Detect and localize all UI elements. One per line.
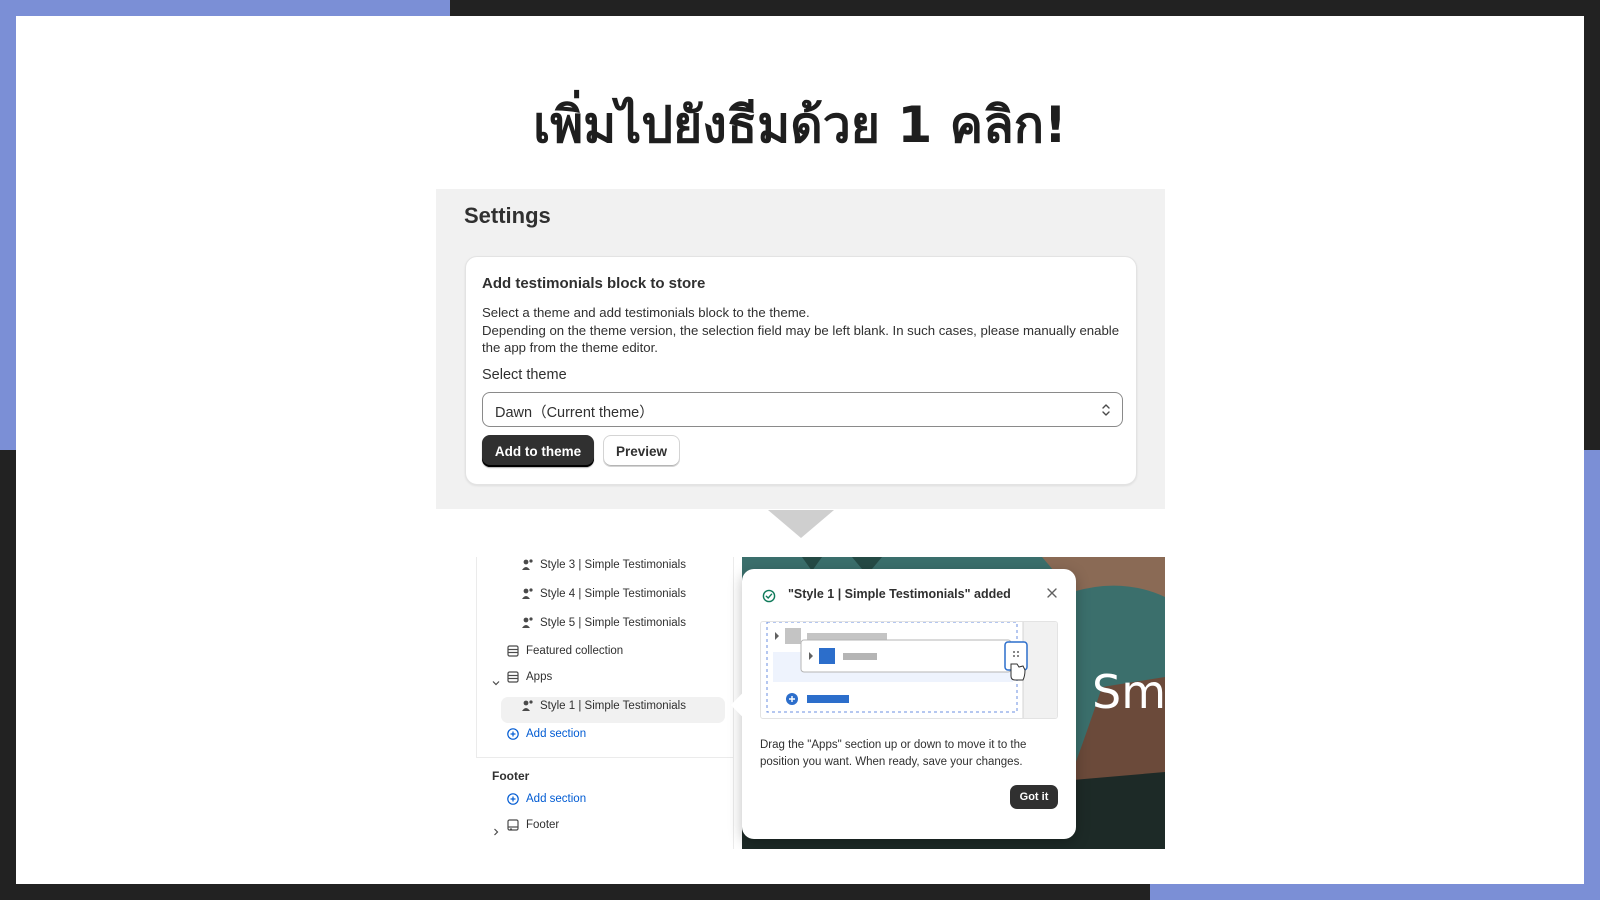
canvas-heading-text: Sma [1092, 665, 1165, 719]
tree-item-footer[interactable]: Footer [506, 818, 559, 832]
popover-description: Drag the "Apps" section up or down to mo… [760, 739, 1027, 768]
theme-editor: Style 3 | Simple Testimonials Style 4 | … [436, 557, 1165, 849]
tree-item-label: Style 4 | Simple Testimonials [540, 588, 686, 600]
footer-heading: Footer [492, 769, 530, 783]
got-it-button[interactable]: Got it [1010, 785, 1058, 809]
section-icon [507, 671, 519, 683]
tree-item-style4[interactable]: Style 4 | Simple Testimonials [520, 587, 686, 601]
section-icon [507, 645, 519, 657]
added-popover: "Style 1 | Simple Testimonials" added Dr… [730, 569, 1076, 839]
chevron-right-icon[interactable] [491, 827, 501, 837]
theme-select[interactable]: Dawn（Current theme） [482, 392, 1123, 427]
settings-title: Settings [464, 203, 551, 228]
tree-item-apps[interactable]: Apps [506, 670, 552, 684]
headline: เพิ่มไปยังธีมด้วย 1 คลิก! [533, 96, 1067, 154]
tree-item-style3[interactable]: Style 3 | Simple Testimonials [520, 558, 686, 572]
footer-divider [476, 757, 734, 758]
tree-item-style1[interactable]: Style 1 | Simple Testimonials [520, 699, 686, 713]
tree-item-label: Style 1 | Simple Testimonials [540, 700, 686, 712]
card-description-line-2: Depending on the theme version, the sele… [482, 322, 1120, 356]
tree-item-label: Style 3 | Simple Testimonials [540, 559, 686, 571]
settings-panel: Settings Add testimonials block to store… [436, 189, 1165, 509]
tree-item-label: Style 5 | Simple Testimonials [540, 617, 686, 629]
sidebar-divider [476, 557, 477, 757]
select-chevrons-icon [1102, 404, 1110, 416]
add-section-link[interactable]: Add section [506, 727, 586, 741]
tree-item-label: Apps [526, 671, 553, 683]
popover-pointer [730, 693, 754, 717]
block-app-icon [522, 700, 533, 711]
add-section-label: Add section [526, 728, 587, 740]
footer-section-icon [507, 819, 519, 831]
down-arrow-icon [768, 510, 834, 538]
add-to-theme-button[interactable]: Add to theme [482, 435, 594, 467]
tree-item-featured-collection[interactable]: Featured collection [506, 644, 623, 658]
card-description-line-1: Select a theme and add testimonials bloc… [482, 305, 810, 320]
card-title: Add testimonials block to store [482, 275, 706, 292]
close-icon[interactable] [1046, 587, 1058, 599]
drag-illustration [760, 621, 1058, 719]
editor-sidebar: Style 3 | Simple Testimonials Style 4 | … [436, 557, 734, 849]
card-description: Select a theme and add testimonials bloc… [482, 304, 1122, 357]
preview-button[interactable]: Preview [603, 435, 680, 467]
settings-card: Add testimonials block to store Select a… [465, 256, 1137, 485]
drag-illustration-graphic [766, 622, 1057, 718]
chevron-down-icon[interactable] [491, 678, 501, 688]
add-section-label: Add section [526, 793, 587, 805]
slide: เพิ่มไปยังธีมด้วย 1 คลิก! Settings Add t… [16, 16, 1584, 884]
block-app-icon [522, 559, 533, 570]
add-section-link-footer[interactable]: Add section [506, 792, 586, 806]
plus-circle-icon [507, 728, 519, 740]
tree-item-style5[interactable]: Style 5 | Simple Testimonials [520, 616, 686, 630]
block-app-icon [522, 588, 533, 599]
theme-select-value: Dawn（Current theme） [495, 405, 654, 421]
tree-item-label: Featured collection [526, 645, 624, 657]
tree-item-label: Footer [526, 819, 560, 831]
popover-title: "Style 1 | Simple Testimonials" added [788, 587, 1011, 601]
block-app-icon [522, 617, 533, 628]
select-theme-label: Select theme [482, 367, 567, 383]
check-circle-icon [762, 589, 776, 603]
plus-circle-icon [507, 793, 519, 805]
